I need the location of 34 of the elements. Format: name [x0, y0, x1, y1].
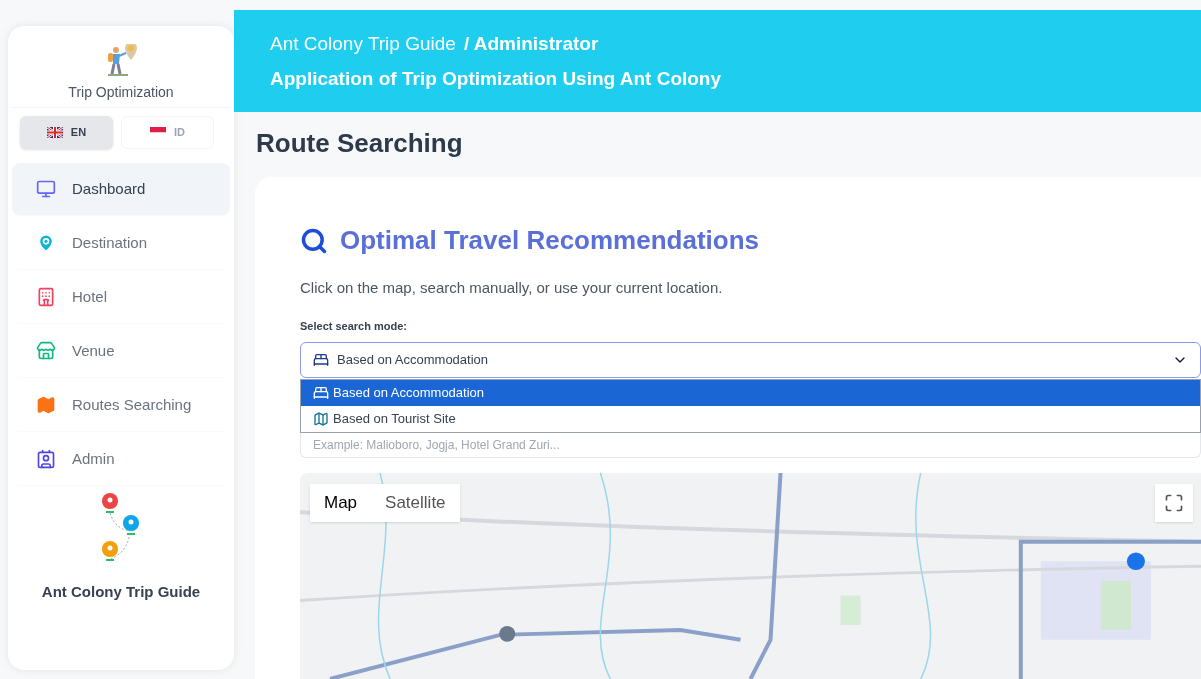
id-card-icon	[36, 449, 56, 469]
map-type-tab[interactable]: Satellite	[371, 484, 460, 522]
mode-select[interactable]: Based on Accommodation	[300, 342, 1201, 378]
nav-item[interactable]: Admin	[12, 433, 230, 486]
search-field[interactable]: Example: Malioboro, Jogja, Hotel Grand Zuri...	[300, 432, 1201, 458]
field-label: Select search mode:	[300, 318, 408, 334]
flag-icon	[46, 127, 63, 138]
app-name: Ant Colony Trip Guide	[40, 582, 202, 602]
hotel-icon	[36, 287, 56, 307]
fullscreen-button[interactable]	[1155, 484, 1193, 522]
header-subtitle: Application of Trip Optimization Using Ant Colony	[270, 66, 723, 91]
bed-icon	[313, 385, 329, 401]
map-view[interactable]: Map Satellite	[300, 473, 1201, 679]
brand-name: Trip Optimization	[68, 83, 174, 102]
nav-item[interactable]: Routes Searching	[12, 379, 230, 432]
map-icon	[36, 395, 56, 415]
breadcrumb-current: / Administrator	[463, 32, 599, 56]
dropdown-option[interactable]: Based on Accommodation	[301, 380, 1200, 406]
bed-icon	[313, 352, 329, 368]
language-button[interactable]: EN	[20, 116, 113, 149]
card-title: Optimal Travel Recommendations	[340, 224, 759, 257]
search-icon	[300, 226, 328, 255]
map-icon	[313, 411, 329, 427]
fullscreen-icon	[1164, 493, 1184, 513]
nav-item[interactable]: Dashboard	[12, 163, 230, 216]
card-description: Click on the map, search manually, or use your current location.	[300, 278, 724, 298]
store-icon	[36, 341, 56, 361]
nav-item[interactable]: Venue	[12, 325, 230, 378]
pin-icon	[36, 233, 56, 253]
monitor-icon	[36, 179, 56, 199]
nav-item[interactable]: Destination	[12, 217, 230, 270]
nav-item[interactable]: Hotel	[12, 271, 230, 324]
map-type-tab[interactable]: Map	[310, 484, 372, 522]
page-title: Route Searching	[256, 127, 464, 160]
